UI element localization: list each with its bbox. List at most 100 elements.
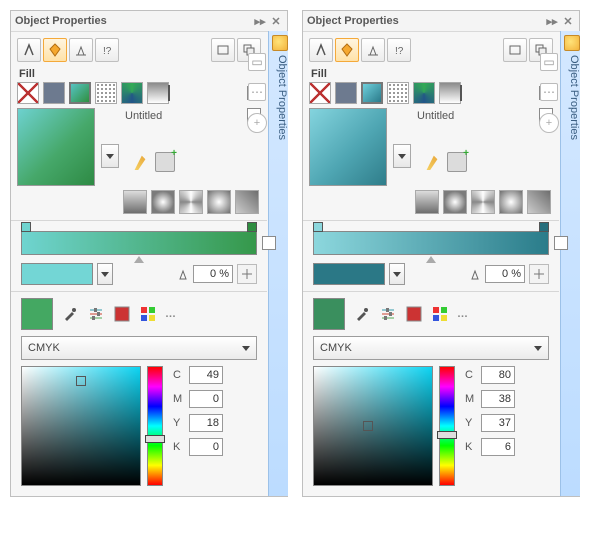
- current-color-swatch[interactable]: [313, 298, 345, 330]
- sliders-icon[interactable]: [379, 305, 397, 323]
- hue-slider[interactable]: [439, 366, 455, 486]
- fill-texture-button[interactable]: [439, 82, 461, 104]
- gutter-window-icon[interactable]: ▭: [540, 53, 558, 71]
- gradient-stop-left[interactable]: [21, 222, 31, 232]
- transparency-tool-button[interactable]: [69, 38, 93, 62]
- color-model-dropdown[interactable]: CMYK: [313, 336, 549, 360]
- gradient-square-button[interactable]: [235, 190, 259, 214]
- m-input[interactable]: 0: [189, 390, 223, 408]
- gradient-conical-button[interactable]: [471, 190, 495, 214]
- gradient-radial-button[interactable]: [499, 190, 523, 214]
- gradient-elliptical-button[interactable]: [151, 190, 175, 214]
- gradient-elliptical-button[interactable]: [443, 190, 467, 214]
- c-input[interactable]: 80: [481, 366, 515, 384]
- more-options-icon[interactable]: …: [457, 308, 469, 320]
- gradient-square-button[interactable]: [527, 190, 551, 214]
- fill-twocolor-button[interactable]: [121, 82, 143, 104]
- stop-color-chip[interactable]: [313, 263, 385, 285]
- sv-color-field[interactable]: [21, 366, 141, 486]
- sv-color-field[interactable]: [313, 366, 433, 486]
- fill-gradient-button[interactable]: [69, 82, 91, 104]
- hints-button[interactable]: !?: [95, 38, 119, 62]
- fill-solid-button[interactable]: [335, 82, 357, 104]
- m-input[interactable]: 38: [481, 390, 515, 408]
- gradient-stop-right[interactable]: [539, 222, 549, 232]
- fill-pattern-button[interactable]: [387, 82, 409, 104]
- gradient-stop-right[interactable]: [247, 222, 257, 232]
- more-options-icon[interactable]: …: [165, 308, 177, 320]
- gutter-menu-icon[interactable]: ⋯: [540, 83, 558, 101]
- hue-slider[interactable]: [147, 366, 163, 486]
- frame-icon-button[interactable]: [211, 38, 235, 62]
- gradient-midpoint[interactable]: [426, 256, 436, 263]
- gradient-conical-button[interactable]: [179, 190, 203, 214]
- eyedropper-icon[interactable]: [353, 305, 371, 323]
- gradient-reverse-checkbox[interactable]: [554, 236, 568, 250]
- y-input[interactable]: 37: [481, 414, 515, 432]
- gutter-window-icon[interactable]: ▭: [248, 53, 266, 71]
- gradient-linear-button[interactable]: [123, 190, 147, 214]
- fill-pattern-button[interactable]: [95, 82, 117, 104]
- hints-button[interactable]: !?: [387, 38, 411, 62]
- gradient-slider[interactable]: [21, 231, 257, 255]
- fill-tool-button[interactable]: [335, 38, 359, 62]
- stop-color-dropdown[interactable]: [389, 263, 405, 285]
- fill-tool-button[interactable]: [43, 38, 67, 62]
- close-icon[interactable]: ✕: [269, 14, 283, 28]
- add-preset-icon[interactable]: [155, 152, 175, 172]
- edit-fill-icon[interactable]: [131, 152, 149, 170]
- stop-opacity-input[interactable]: 0 %: [485, 265, 525, 283]
- current-color-swatch[interactable]: [21, 298, 53, 330]
- stop-position-lock[interactable]: [237, 264, 257, 284]
- color-viewer-icon[interactable]: [113, 305, 131, 323]
- panel-titlebar[interactable]: Object Properties ▸▸ ✕: [11, 11, 287, 32]
- gutter-menu-icon[interactable]: ⋯: [248, 83, 266, 101]
- color-model-dropdown[interactable]: CMYK: [21, 336, 257, 360]
- sv-marker[interactable]: [363, 421, 373, 431]
- y-input[interactable]: 18: [189, 414, 223, 432]
- gutter-add-icon[interactable]: +: [539, 113, 559, 133]
- fill-none-button[interactable]: [17, 82, 39, 104]
- fill-twocolor-button[interactable]: [413, 82, 435, 104]
- add-preset-icon[interactable]: [447, 152, 467, 172]
- collapse-icon[interactable]: ▸▸: [253, 14, 267, 28]
- gradient-stop-left[interactable]: [313, 222, 323, 232]
- color-viewer-icon[interactable]: [405, 305, 423, 323]
- k-input[interactable]: 0: [189, 438, 223, 456]
- outline-tool-button[interactable]: [17, 38, 41, 62]
- stop-position-lock[interactable]: [529, 264, 549, 284]
- gradient-preset-dropdown[interactable]: [101, 144, 119, 168]
- fill-none-button[interactable]: [309, 82, 331, 104]
- palette-icon[interactable]: [431, 305, 449, 323]
- gradient-preview[interactable]: [17, 108, 95, 186]
- transparency-tool-button[interactable]: [361, 38, 385, 62]
- hue-thumb[interactable]: [145, 435, 165, 443]
- side-tab-object-properties[interactable]: Object Properties: [560, 31, 580, 496]
- fill-gradient-button[interactable]: [361, 82, 383, 104]
- frame-icon-button[interactable]: [503, 38, 527, 62]
- close-icon[interactable]: ✕: [561, 14, 575, 28]
- fill-solid-button[interactable]: [43, 82, 65, 104]
- panel-titlebar[interactable]: Object Properties ▸▸ ✕: [303, 11, 579, 32]
- stop-color-dropdown[interactable]: [97, 263, 113, 285]
- palette-icon[interactable]: [139, 305, 157, 323]
- sv-marker[interactable]: [76, 376, 86, 386]
- fill-texture-button[interactable]: [147, 82, 169, 104]
- gradient-linear-button[interactable]: [415, 190, 439, 214]
- side-tab-object-properties[interactable]: Object Properties: [268, 31, 288, 496]
- edit-fill-icon[interactable]: [423, 152, 441, 170]
- eyedropper-icon[interactable]: [61, 305, 79, 323]
- gutter-add-icon[interactable]: +: [247, 113, 267, 133]
- gradient-preview[interactable]: [309, 108, 387, 186]
- outline-tool-button[interactable]: [309, 38, 333, 62]
- sliders-icon[interactable]: [87, 305, 105, 323]
- gradient-reverse-checkbox[interactable]: [262, 236, 276, 250]
- k-input[interactable]: 6: [481, 438, 515, 456]
- gradient-preset-dropdown[interactable]: [393, 144, 411, 168]
- stop-color-chip[interactable]: [21, 263, 93, 285]
- gradient-midpoint[interactable]: [134, 256, 144, 263]
- gradient-radial-button[interactable]: [207, 190, 231, 214]
- hue-thumb[interactable]: [437, 431, 457, 439]
- collapse-icon[interactable]: ▸▸: [545, 14, 559, 28]
- gradient-slider[interactable]: [313, 231, 549, 255]
